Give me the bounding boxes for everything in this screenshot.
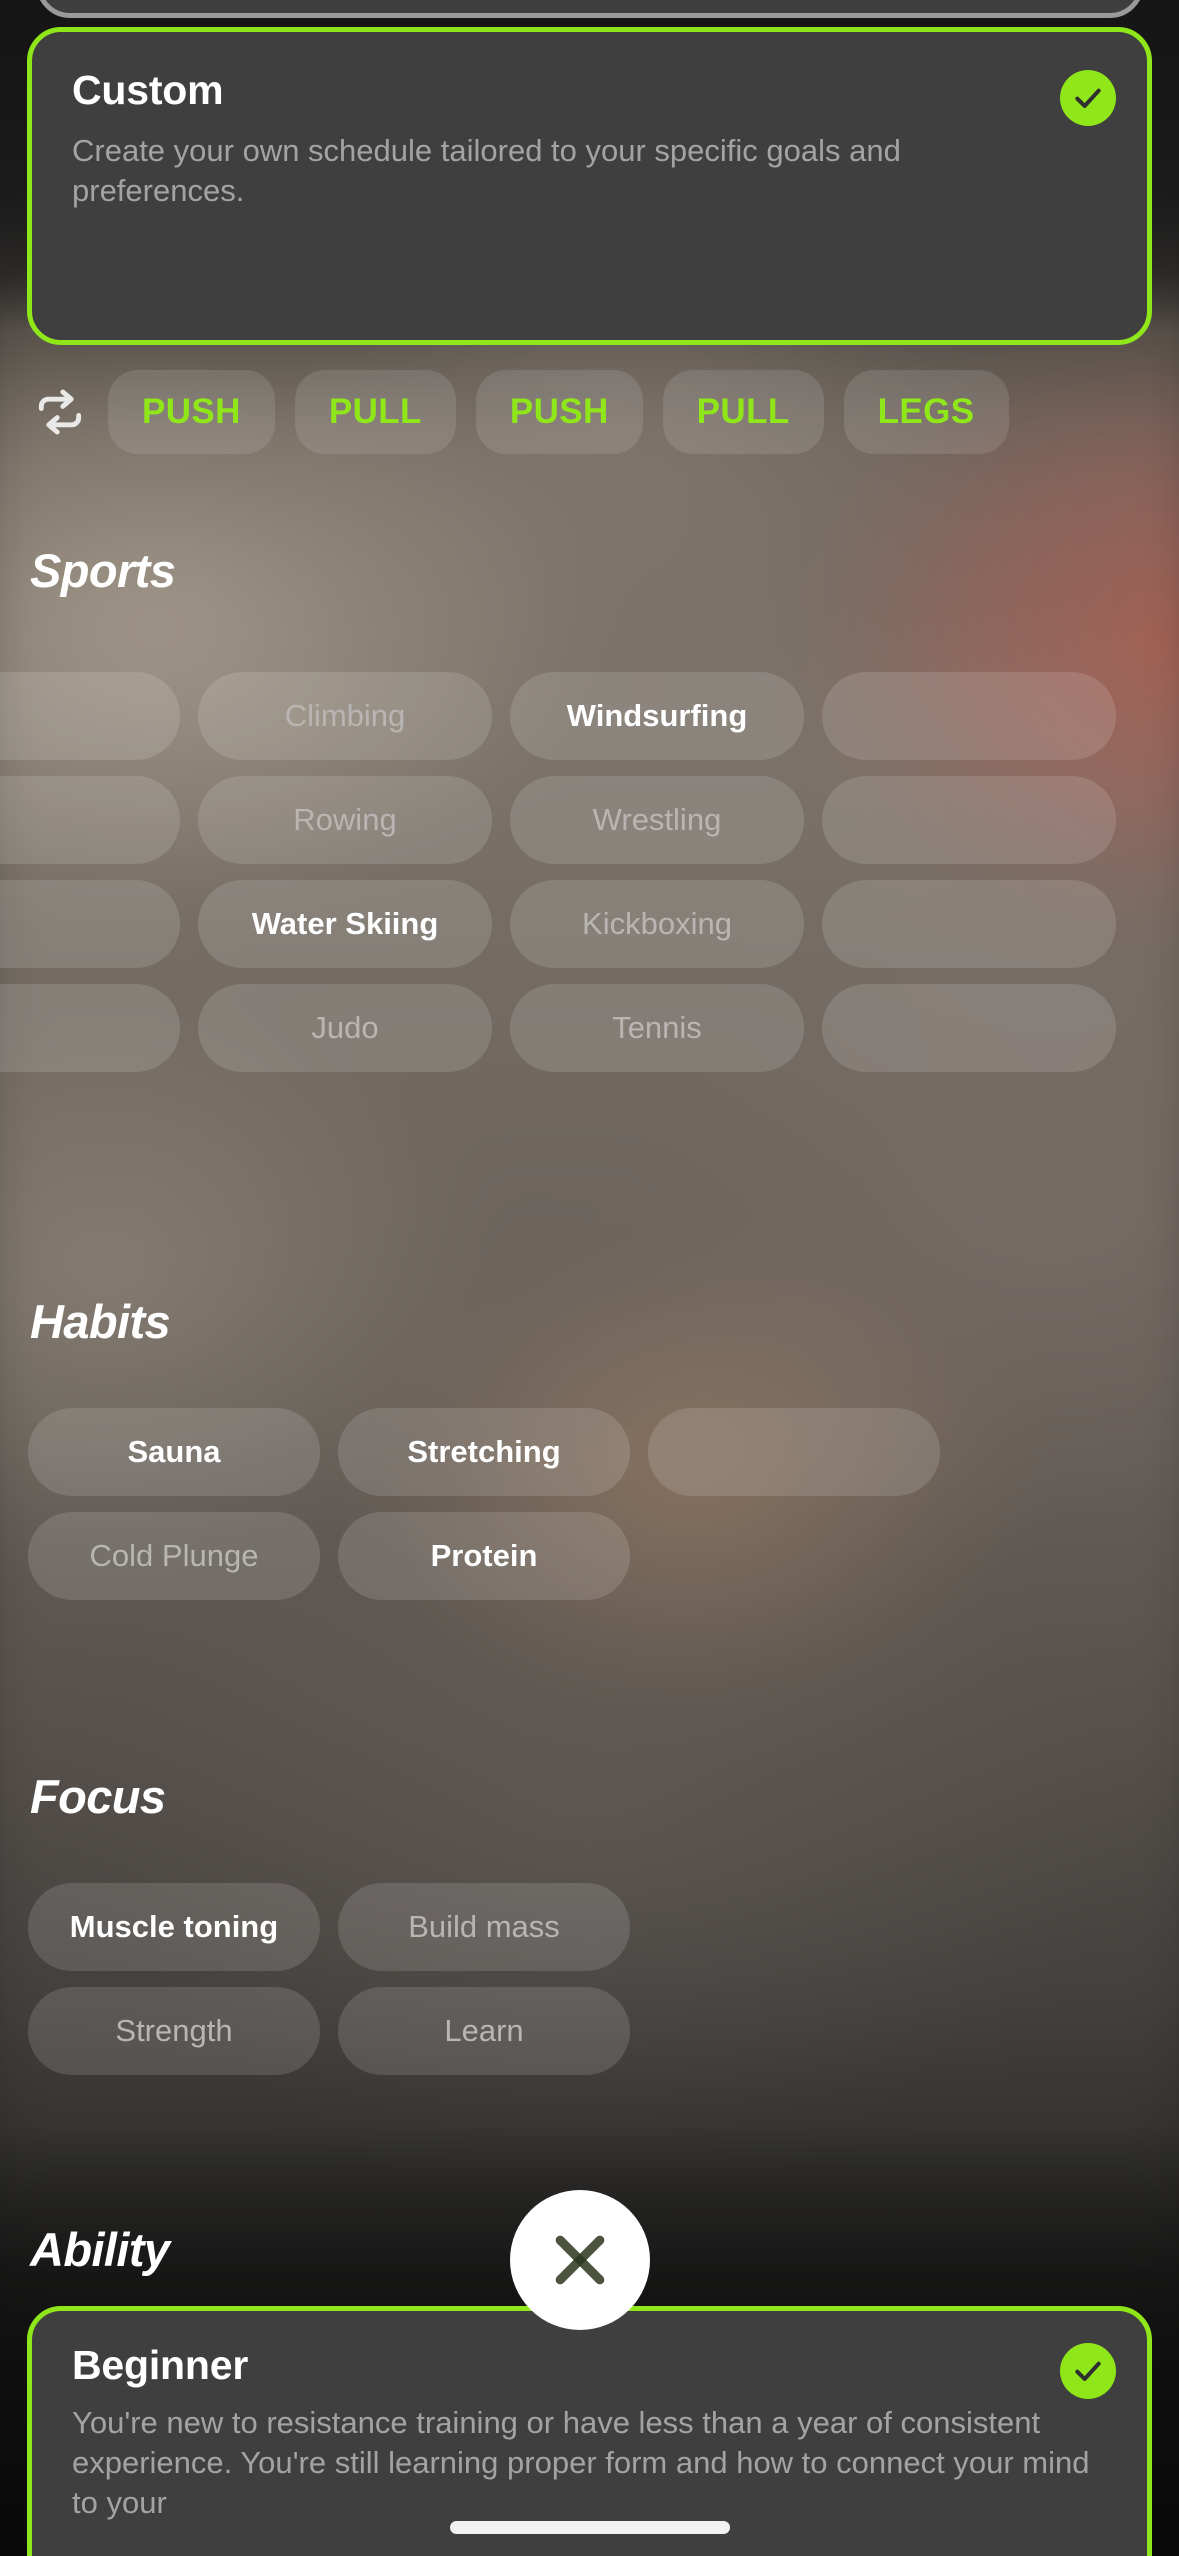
check-icon [1060, 2343, 1116, 2399]
section-title-habits: Habits [30, 1295, 171, 1348]
split-chip[interactable]: PUSH [108, 370, 275, 454]
check-icon [1060, 70, 1116, 126]
pill-column: Climbing Rowing Water Skiing Judo [198, 672, 492, 1072]
pill-habit-protein[interactable]: Protein [338, 1512, 630, 1600]
ability-card-title: Beginner [72, 2342, 249, 2388]
schedule-card-title: Custom [72, 67, 224, 113]
pill-column [0, 672, 180, 1072]
ability-card-description: You're new to resistance training or hav… [72, 2405, 1090, 2520]
pill-column: Sauna Cold Plunge [28, 1408, 320, 1600]
pill-sport-tennis[interactable]: Tennis [510, 984, 804, 1072]
app-screen: Custom Create your own schedule tailored… [0, 0, 1179, 2556]
section-title-focus: Focus [30, 1770, 166, 1823]
pill-column: Windsurfing Wrestling Kickboxing Tennis [510, 672, 804, 1072]
pill-column [822, 672, 1116, 1072]
pill-focus-strength[interactable]: Strength [28, 1987, 320, 2075]
split-chips-row[interactable]: PUSH PULL PUSH PULL LEGS [0, 370, 1179, 454]
pill-sport[interactable] [822, 984, 1116, 1072]
pill-habit[interactable] [648, 1408, 940, 1496]
repeat-icon[interactable] [32, 384, 88, 440]
pill-sport-water-skiing[interactable]: Water Skiing [198, 880, 492, 968]
pill-focus-build-mass[interactable]: Build mass [338, 1883, 630, 1971]
pill-habit-sauna[interactable]: Sauna [28, 1408, 320, 1496]
section-title-ability: Ability [30, 2223, 170, 2276]
pill-grid-habits[interactable]: Sauna Cold Plunge Stretching Protein [28, 1408, 940, 1600]
pill-habit-cold-plunge[interactable]: Cold Plunge [28, 1512, 320, 1600]
split-chip[interactable]: PULL [294, 370, 456, 454]
pill-sport[interactable] [0, 672, 180, 760]
pill-column: Stretching Protein [338, 1408, 630, 1600]
pill-sport-windsurfing[interactable]: Windsurfing [510, 672, 804, 760]
pill-grid-sports[interactable]: Climbing Rowing Water Skiing Judo Windsu… [0, 672, 1116, 1072]
pill-column: Build mass Learn [338, 1883, 630, 2075]
pill-column: Muscle toning Strength [28, 1883, 320, 2075]
pill-sport-kickboxing[interactable]: Kickboxing [510, 880, 804, 968]
pill-grid-focus[interactable]: Muscle toning Strength Build mass Learn [28, 1883, 630, 2075]
close-x-icon [555, 2235, 605, 2285]
pill-sport[interactable] [0, 776, 180, 864]
pill-focus-learn[interactable]: Learn [338, 1987, 630, 2075]
schedule-card-description: Create your own schedule tailored to you… [72, 133, 901, 208]
section-title-sports: Sports [30, 544, 176, 597]
split-chip[interactable]: PULL [662, 370, 824, 454]
pill-sport[interactable] [822, 672, 1116, 760]
split-chip[interactable]: PUSH [475, 370, 643, 454]
pill-sport-climbing[interactable]: Climbing [198, 672, 492, 760]
pill-sport[interactable] [822, 776, 1116, 864]
pill-sport-wrestling[interactable]: Wrestling [510, 776, 804, 864]
schedule-option-card-custom[interactable]: Custom Create your own schedule tailored… [27, 27, 1152, 345]
pill-sport[interactable] [0, 984, 180, 1072]
pill-habit-stretching[interactable]: Stretching [338, 1408, 630, 1496]
close-button[interactable] [510, 2190, 650, 2330]
home-indicator [449, 2521, 730, 2534]
pill-focus-muscle-toning[interactable]: Muscle toning [28, 1883, 320, 1971]
pill-sport-judo[interactable]: Judo [198, 984, 492, 1072]
scroll-content[interactable]: Custom Create your own schedule tailored… [0, 0, 1179, 2556]
split-chip[interactable]: LEGS [843, 370, 1009, 454]
ability-option-card-beginner[interactable]: Beginner You're new to resistance traini… [27, 2306, 1152, 2556]
pill-sport[interactable] [822, 880, 1116, 968]
pill-sport-rowing[interactable]: Rowing [198, 776, 492, 864]
partial-card-above[interactable] [36, 0, 1144, 18]
pill-sport[interactable] [0, 880, 180, 968]
pill-column [648, 1408, 940, 1600]
